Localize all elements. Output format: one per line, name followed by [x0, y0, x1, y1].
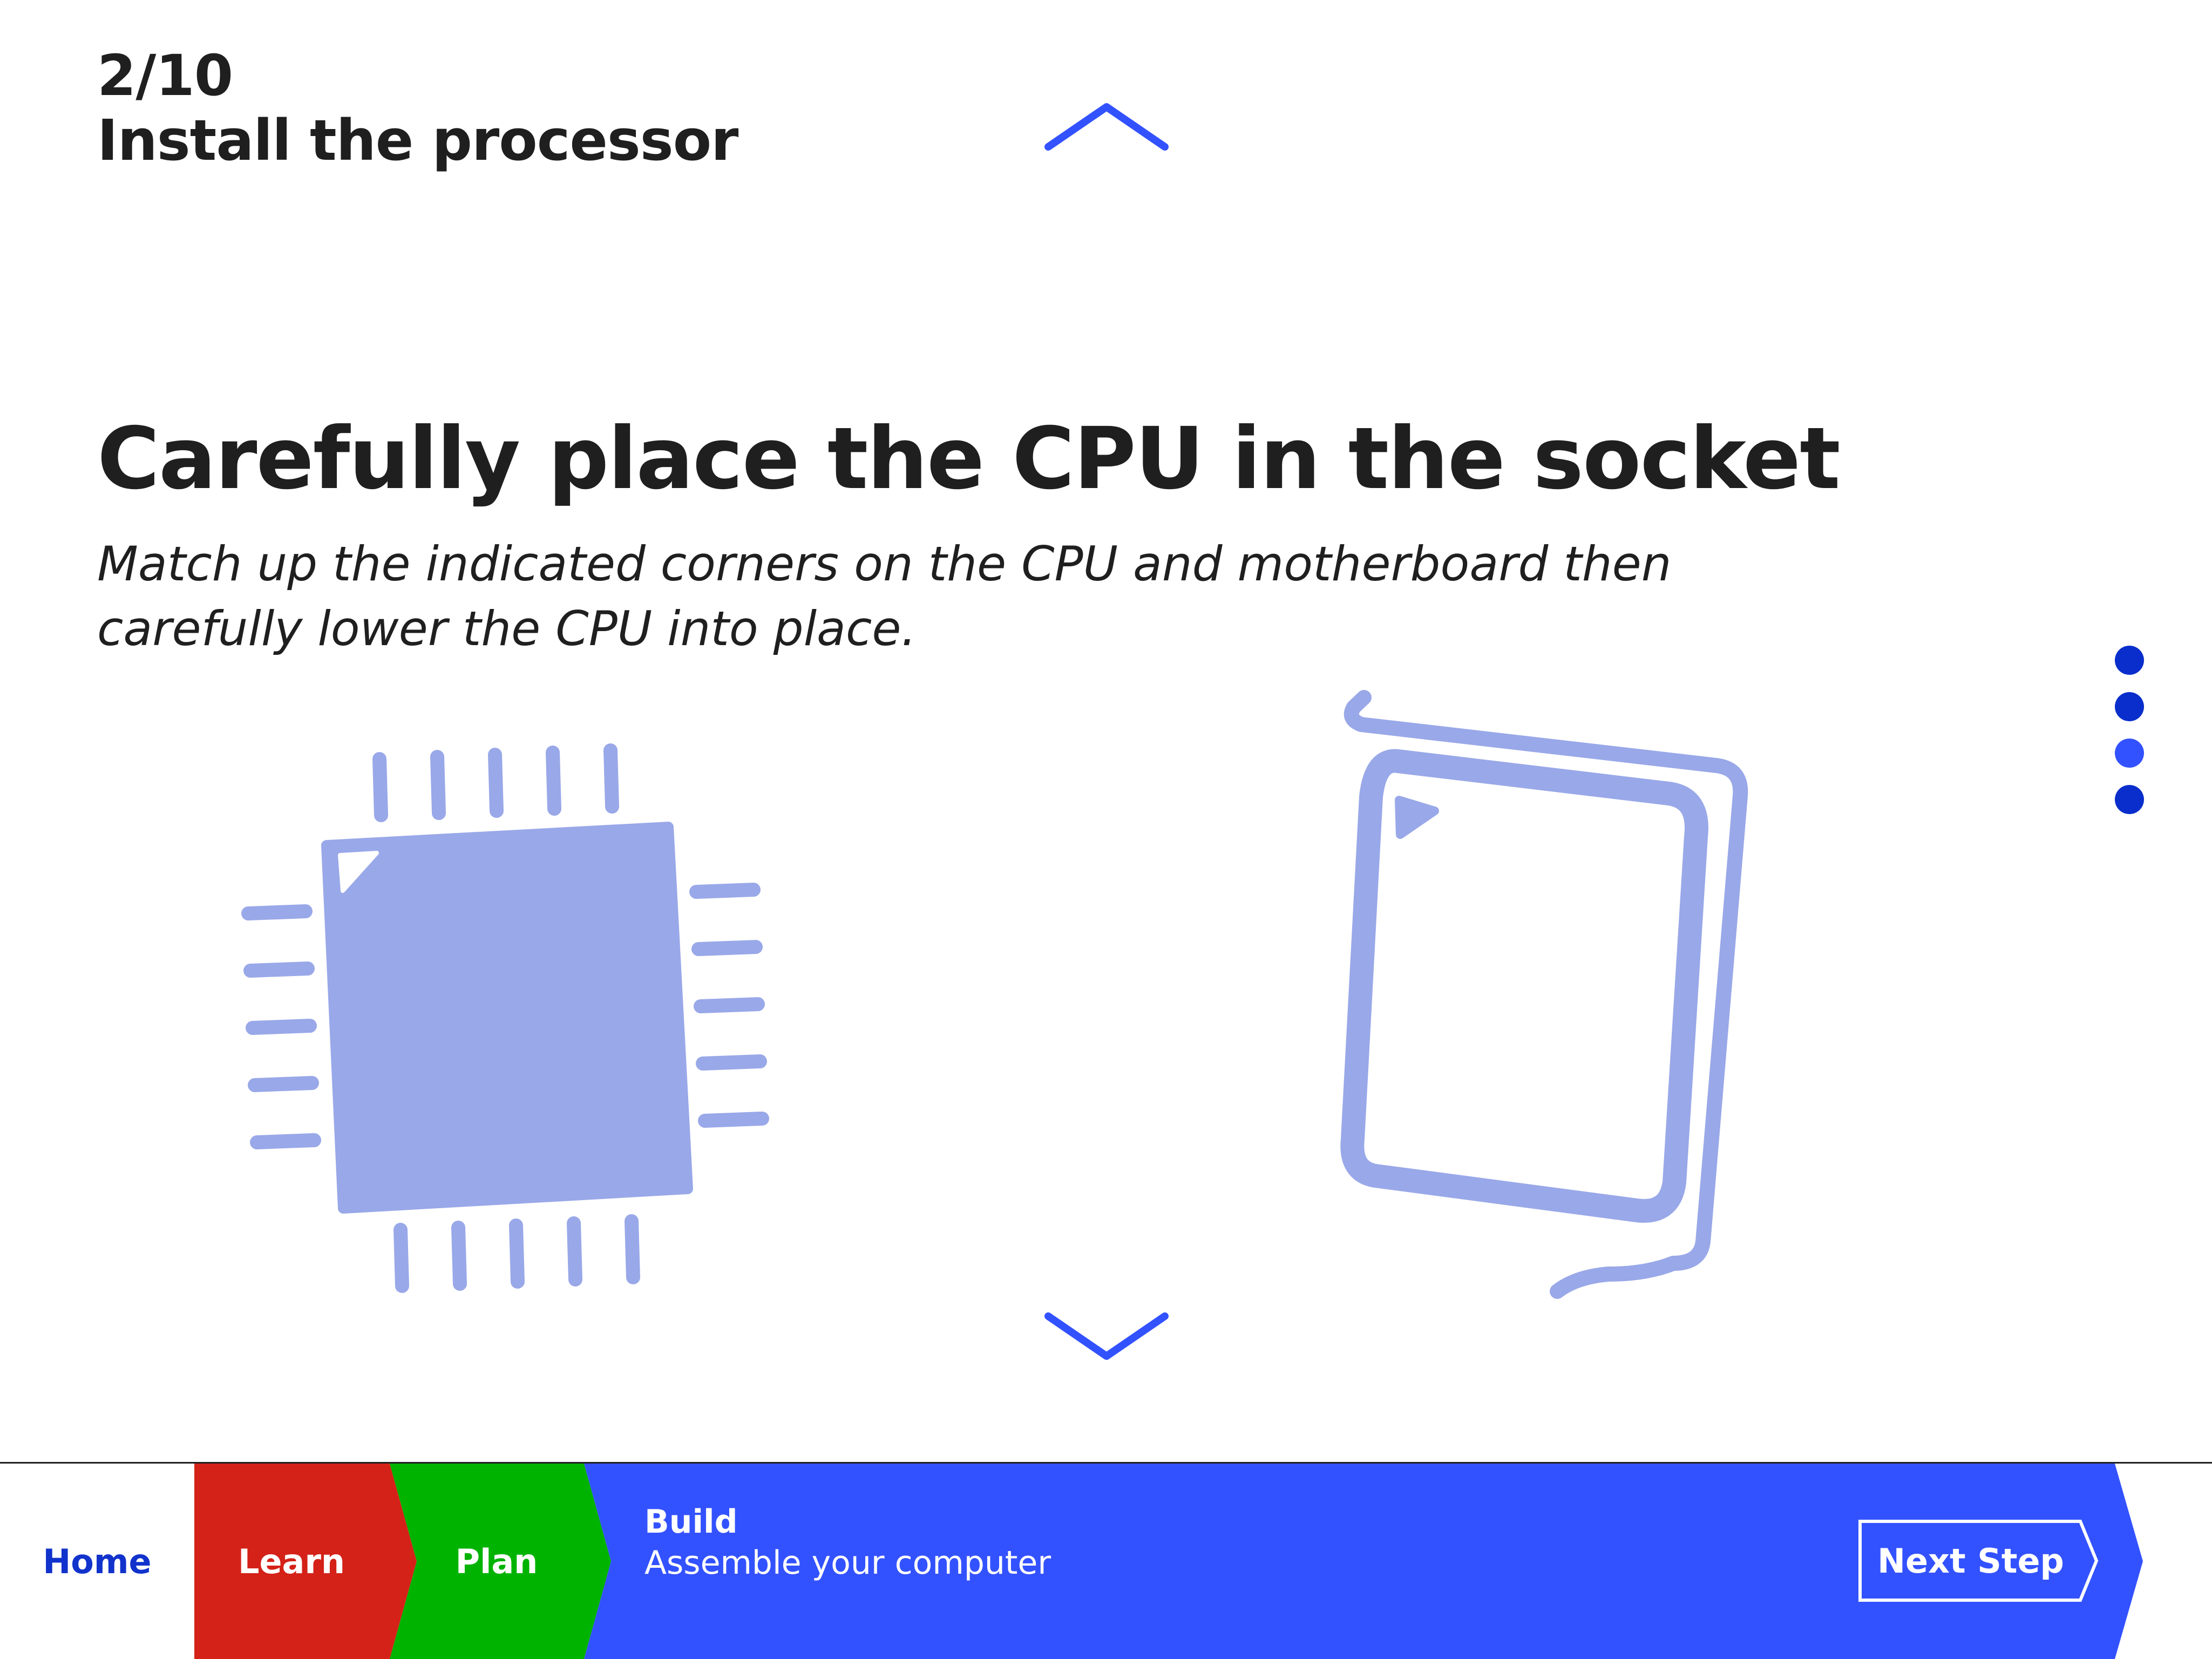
- step-title: Install the processor: [97, 107, 738, 173]
- step-pager: [2115, 646, 2145, 831]
- chevron-down-icon[interactable]: [1042, 1301, 1171, 1366]
- pager-dot[interactable]: [2115, 785, 2144, 814]
- progress-navigation-bar: Home Learn Plan Build Assemble your comp…: [0, 1464, 2212, 1659]
- learn-link[interactable]: Learn: [194, 1464, 389, 1659]
- chevron-up-icon[interactable]: [1042, 97, 1171, 162]
- current-section-subtitle: Assemble your computer: [644, 1544, 1051, 1582]
- pager-dot[interactable]: [2115, 692, 2144, 721]
- instruction-headline: Carefully place the CPU in the socket: [97, 409, 1841, 509]
- current-section: Build Assemble your computer: [644, 1501, 1051, 1583]
- pager-dot[interactable]: [2115, 646, 2144, 675]
- assembly-step-page: 2/10 Install the processor Carefully pla…: [0, 0, 2212, 1659]
- next-step-button[interactable]: Next Step: [1860, 1520, 2098, 1601]
- cpu-chip-icon: [241, 743, 769, 1293]
- plan-link[interactable]: Plan: [389, 1464, 605, 1659]
- cpu-socket-icon: [1340, 690, 1748, 1299]
- step-counter: 2/10: [97, 43, 233, 109]
- home-link[interactable]: Home: [0, 1464, 194, 1659]
- step-header: 2/10 Install the processor: [97, 43, 738, 173]
- current-section-title: Build: [644, 1503, 738, 1541]
- instruction-description: Match up the indicated corners on the CP…: [97, 536, 1672, 656]
- pager-dot-active[interactable]: [2115, 739, 2144, 768]
